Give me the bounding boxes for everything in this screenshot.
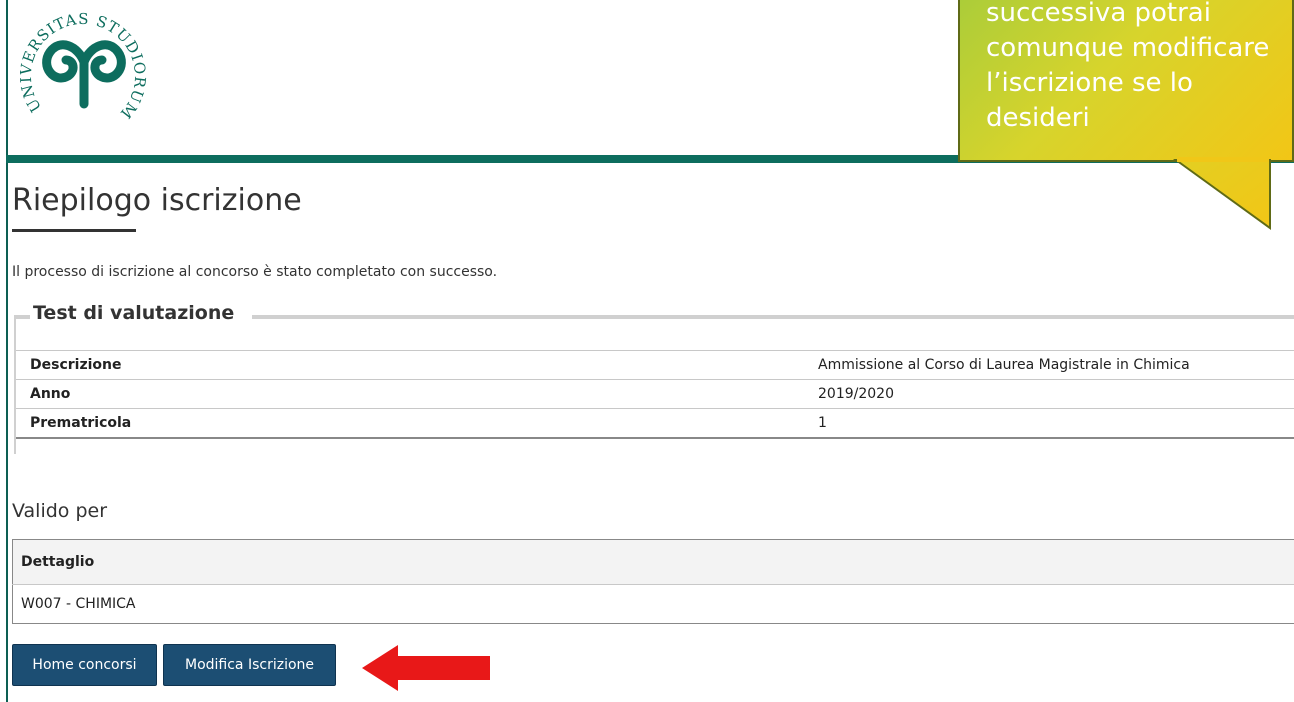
table-header-row: Dettaglio xyxy=(12,539,1294,585)
success-message: Il processo di iscrizione al concorso è … xyxy=(12,264,498,280)
row-value: 2019/2020 xyxy=(804,379,1294,409)
column-header-dettaglio: Dettaglio xyxy=(12,539,1294,585)
table-row: W007 - CHIMICA xyxy=(12,584,1294,624)
university-logo: UNIVERSITAS STUDIORUM INSUBRIAE xyxy=(20,0,148,123)
row-label: Anno xyxy=(16,379,804,409)
modifica-iscrizione-button[interactable]: Modifica Iscrizione xyxy=(163,644,336,686)
callout-line: successiva potrai xyxy=(986,0,1211,28)
table-row: Prematricola 1 xyxy=(16,408,1294,439)
table-cell: W007 - CHIMICA xyxy=(12,584,1294,624)
row-label: Descrizione xyxy=(16,350,804,380)
red-arrow-icon xyxy=(362,645,490,691)
tooltip-callout: successiva potrai comunque modificare l’… xyxy=(958,0,1294,162)
fieldset-legend: Test di valutazione xyxy=(33,302,235,324)
row-value: Ammissione al Corso di Laurea Magistrale… xyxy=(804,350,1294,380)
test-info-table: Descrizione Ammissione al Corso di Laure… xyxy=(16,350,1294,439)
table-row: Descrizione Ammissione al Corso di Laure… xyxy=(16,350,1294,380)
callout-text: successiva potrai comunque modificare l’… xyxy=(986,0,1294,136)
page-title: Riepilogo iscrizione xyxy=(12,183,302,218)
row-value: 1 xyxy=(804,408,1294,439)
valid-for-heading: Valido per xyxy=(12,500,108,522)
valid-for-table: Dettaglio W007 - CHIMICA xyxy=(12,539,1294,624)
table-row: Anno 2019/2020 xyxy=(16,379,1294,409)
fieldset-border xyxy=(252,315,1294,319)
callout-line: desideri xyxy=(986,103,1090,133)
row-label: Prematricola xyxy=(16,408,804,439)
title-underline xyxy=(12,229,136,232)
callout-line: l’iscrizione se lo xyxy=(986,68,1193,98)
callout-line: comunque modificare xyxy=(986,33,1270,63)
fieldset-border xyxy=(14,315,30,319)
home-concorsi-button[interactable]: Home concorsi xyxy=(12,644,157,686)
